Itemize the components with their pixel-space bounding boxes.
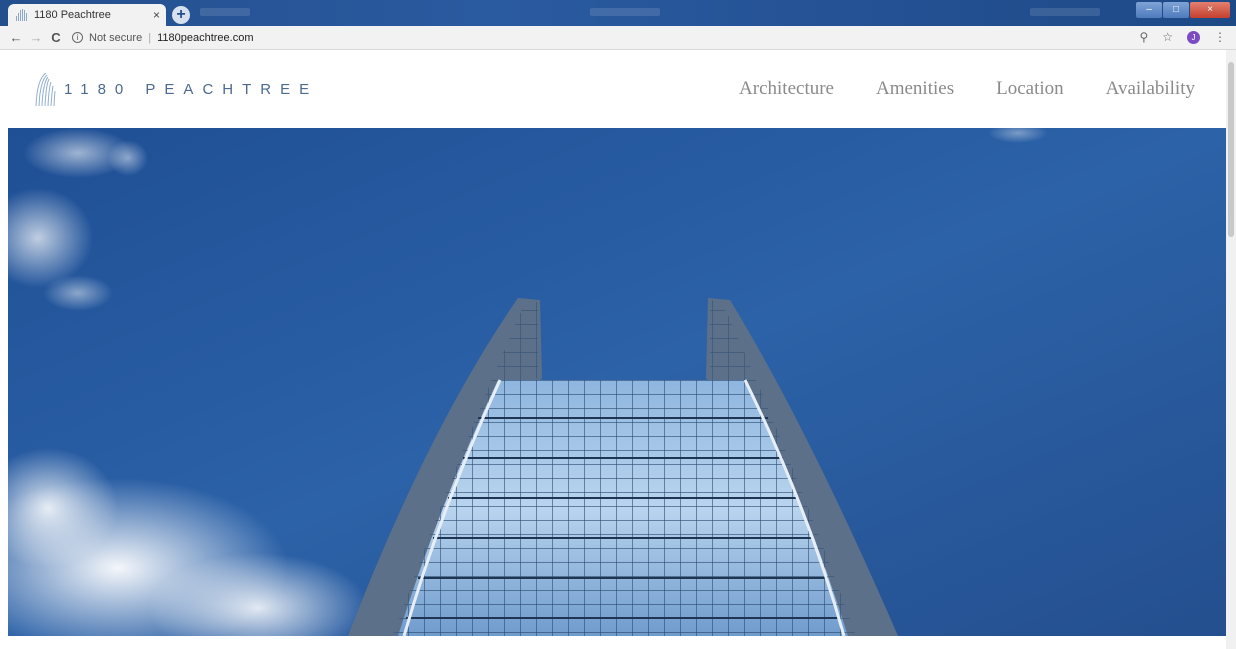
titlebar-decoration <box>590 8 660 16</box>
nav-availability[interactable]: Availability <box>1106 78 1195 100</box>
page-scrollbar[interactable] <box>1226 50 1236 649</box>
url-separator: | <box>148 31 152 44</box>
info-icon[interactable]: i <box>72 32 83 43</box>
logo-tower-icon <box>35 72 56 107</box>
tab-close-icon[interactable]: × <box>153 8 160 22</box>
url-text[interactable]: 1180peachtree.com <box>157 32 253 44</box>
minimize-button[interactable]: – <box>1136 2 1162 18</box>
profile-icon[interactable]: J <box>1187 30 1200 44</box>
browser-tab[interactable]: 1180 Peachtree × <box>8 4 166 26</box>
new-tab-button[interactable]: + <box>172 6 190 24</box>
back-arrow-icon[interactable]: ← <box>6 30 26 45</box>
scrollbar-thumb[interactable] <box>1228 62 1234 237</box>
address-bar: ← → C i Not secure | 1180peachtree.com ⚲… <box>0 26 1236 50</box>
maximize-button[interactable]: □ <box>1163 2 1189 18</box>
star-icon[interactable]: ☆ <box>1162 30 1173 44</box>
titlebar-decoration <box>1030 8 1100 16</box>
titlebar-decoration <box>200 8 250 16</box>
site-logo[interactable]: 1180 PEACHTREE <box>34 71 318 107</box>
main-nav: Architecture Amenities Location Availabi… <box>739 78 1195 100</box>
window-controls: – □ × <box>1136 2 1230 18</box>
tower-hero-image <box>8 128 1226 636</box>
hero-image <box>8 128 1226 636</box>
toolbar-right-icons: ⚲ ☆ J ⋮ <box>1139 30 1226 44</box>
nav-architecture[interactable]: Architecture <box>739 78 834 100</box>
logo-text: 1180 PEACHTREE <box>64 80 319 98</box>
forward-arrow-icon[interactable]: → <box>26 30 46 45</box>
omnibox[interactable]: i Not secure | 1180peachtree.com <box>72 32 253 44</box>
browser-titlebar: 1180 Peachtree × + – □ × <box>0 0 1236 26</box>
security-label: Not secure <box>89 31 143 44</box>
site-header: 1180 PEACHTREE Architecture Amenities Lo… <box>0 50 1226 128</box>
tab-favicon-icon <box>16 9 28 21</box>
nav-location[interactable]: Location <box>996 78 1064 100</box>
nav-amenities[interactable]: Amenities <box>876 78 954 100</box>
web-page: 1180 PEACHTREE Architecture Amenities Lo… <box>0 50 1226 649</box>
zoom-icon[interactable]: ⚲ <box>1139 30 1148 44</box>
menu-dots-icon[interactable]: ⋮ <box>1214 30 1226 44</box>
reload-icon[interactable]: C <box>46 30 66 45</box>
close-window-button[interactable]: × <box>1190 2 1230 18</box>
tab-title: 1180 Peachtree <box>34 9 111 21</box>
